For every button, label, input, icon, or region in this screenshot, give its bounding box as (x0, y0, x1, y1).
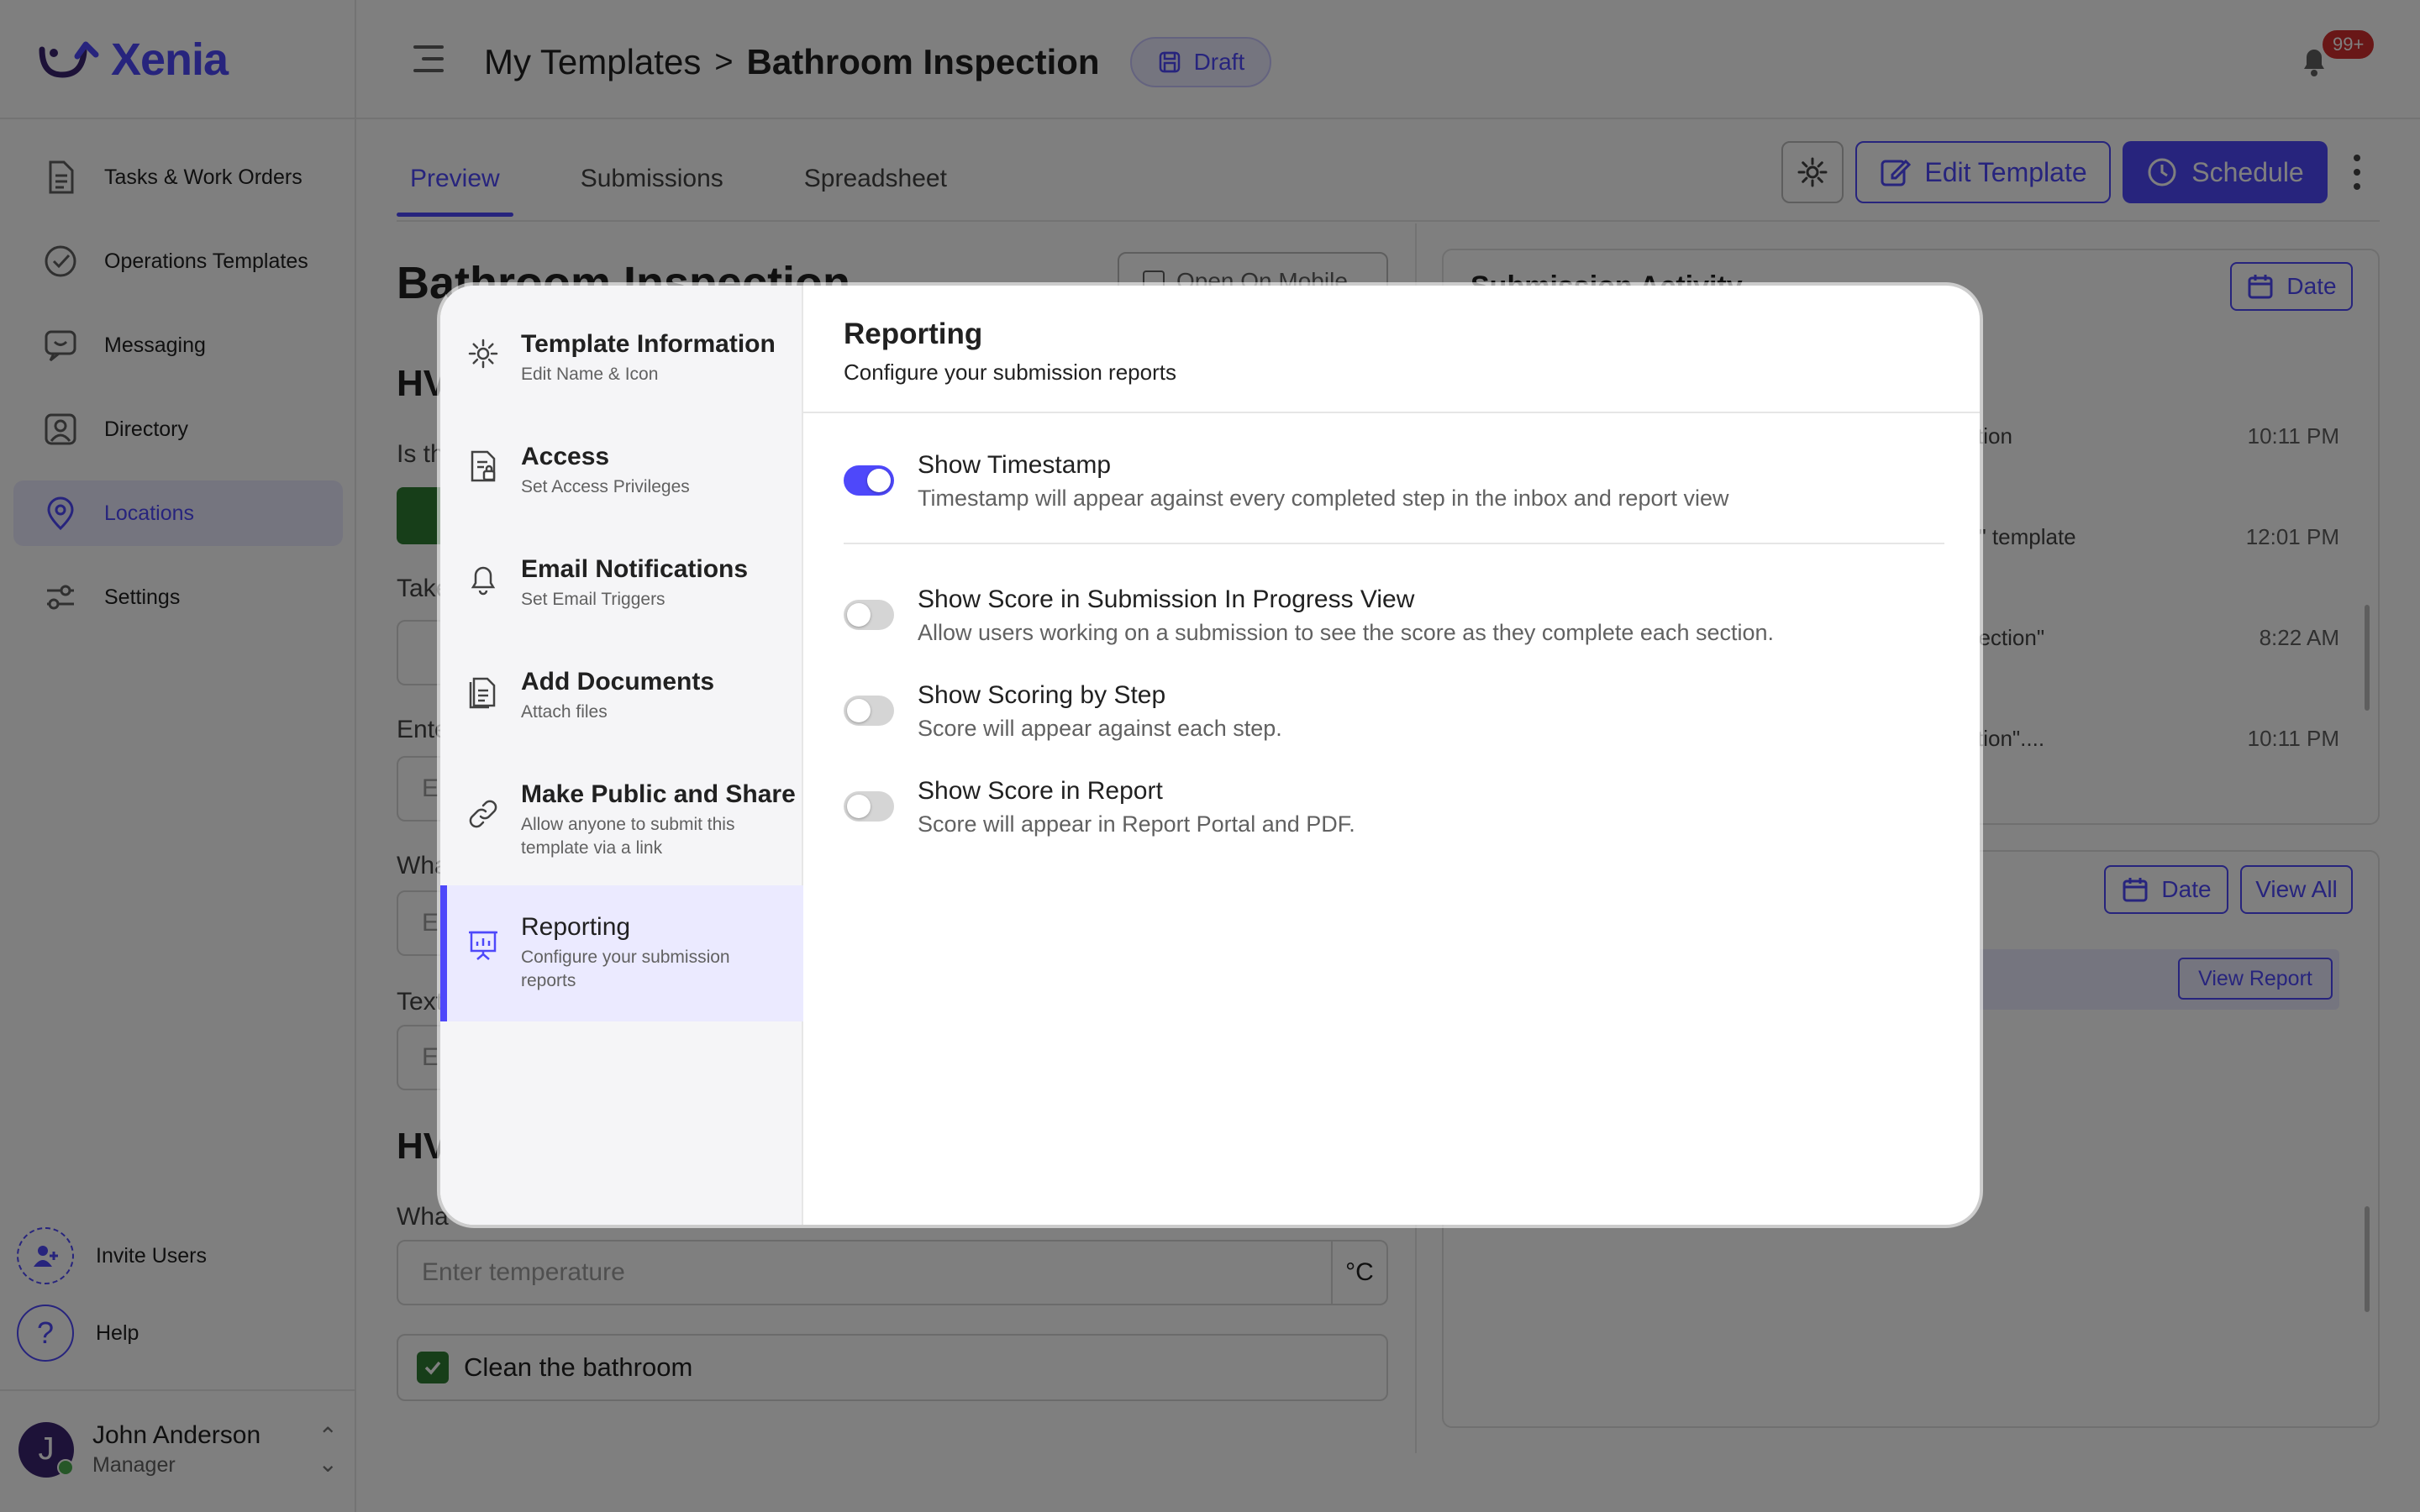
option-divider (844, 543, 1944, 544)
show-score-in-report-toggle[interactable] (844, 791, 894, 822)
option-description: Allow users working on a submission to s… (918, 620, 1775, 645)
presentation-chart-icon (469, 931, 497, 960)
menu-item-title: Add Documents (521, 668, 715, 696)
link-icon (469, 800, 497, 828)
menu-item-reporting[interactable]: Reporting Configure your submission repo… (440, 885, 803, 1021)
menu-item-subtitle: Set Email Triggers (521, 590, 666, 609)
option-description: Score will appear in Report Portal and P… (918, 811, 1355, 837)
panel-title: Reporting (844, 318, 983, 350)
bell-icon (471, 566, 496, 596)
option-show-scoring-by-step: Show Scoring by Step Score will appear a… (844, 679, 1944, 744)
menu-item-title: Access (521, 443, 610, 470)
option-show-timestamp: Show Timestamp Timestamp will appear aga… (844, 449, 1944, 514)
access-document-icon (471, 450, 496, 482)
settings-menu: Template Information Edit Name & Icon Ac… (440, 286, 803, 1225)
gear-icon (468, 339, 498, 369)
menu-item-title: Email Notifications (521, 555, 749, 583)
menu-item-access[interactable]: Access Set Access Privileges (440, 440, 803, 524)
documents-icon (469, 677, 496, 709)
option-title: Show Score in Submission In Progress Vie… (918, 585, 1415, 613)
menu-item-subtitle: Edit Name & Icon (521, 365, 659, 384)
menu-item-template-information[interactable]: Template Information Edit Name & Icon (440, 328, 803, 412)
menu-item-title: Reporting (521, 913, 631, 941)
option-show-score-in-report: Show Score in Report Score will appear i… (844, 774, 1944, 840)
show-timestamp-toggle[interactable] (844, 465, 894, 496)
menu-item-title: Make Public and Share (521, 780, 796, 808)
show-score-in-progress-toggle[interactable] (844, 600, 894, 630)
menu-item-subtitle: Allow anyone to submit this template via… (521, 815, 735, 858)
menu-item-subtitle: Configure your submission reports (521, 948, 730, 990)
show-scoring-by-step-toggle[interactable] (844, 696, 894, 726)
menu-item-make-public-and-share[interactable]: Make Public and Share Allow anyone to su… (440, 778, 803, 887)
menu-item-subtitle: Attach files (521, 702, 608, 722)
option-description: Score will appear against each step. (918, 716, 1282, 741)
reporting-panel: Reporting Configure your submission repo… (803, 286, 1980, 1225)
option-title: Show Scoring by Step (918, 681, 1166, 709)
menu-item-title: Template Information (521, 330, 776, 358)
option-description: Timestamp will appear against every comp… (918, 486, 1729, 511)
menu-item-subtitle: Set Access Privileges (521, 477, 690, 496)
menu-item-add-documents[interactable]: Add Documents Attach files (440, 665, 803, 749)
panel-subtitle: Configure your submission reports (844, 360, 1176, 385)
option-title: Show Score in Report (918, 777, 1163, 805)
option-title: Show Timestamp (918, 451, 1112, 479)
template-settings-modal: Template Information Edit Name & Icon Ac… (440, 286, 1980, 1225)
menu-item-email-notifications[interactable]: Email Notifications Set Email Triggers (440, 553, 803, 637)
panel-header-divider (803, 412, 1980, 413)
option-show-score-in-progress: Show Score in Submission In Progress Vie… (844, 583, 1944, 648)
